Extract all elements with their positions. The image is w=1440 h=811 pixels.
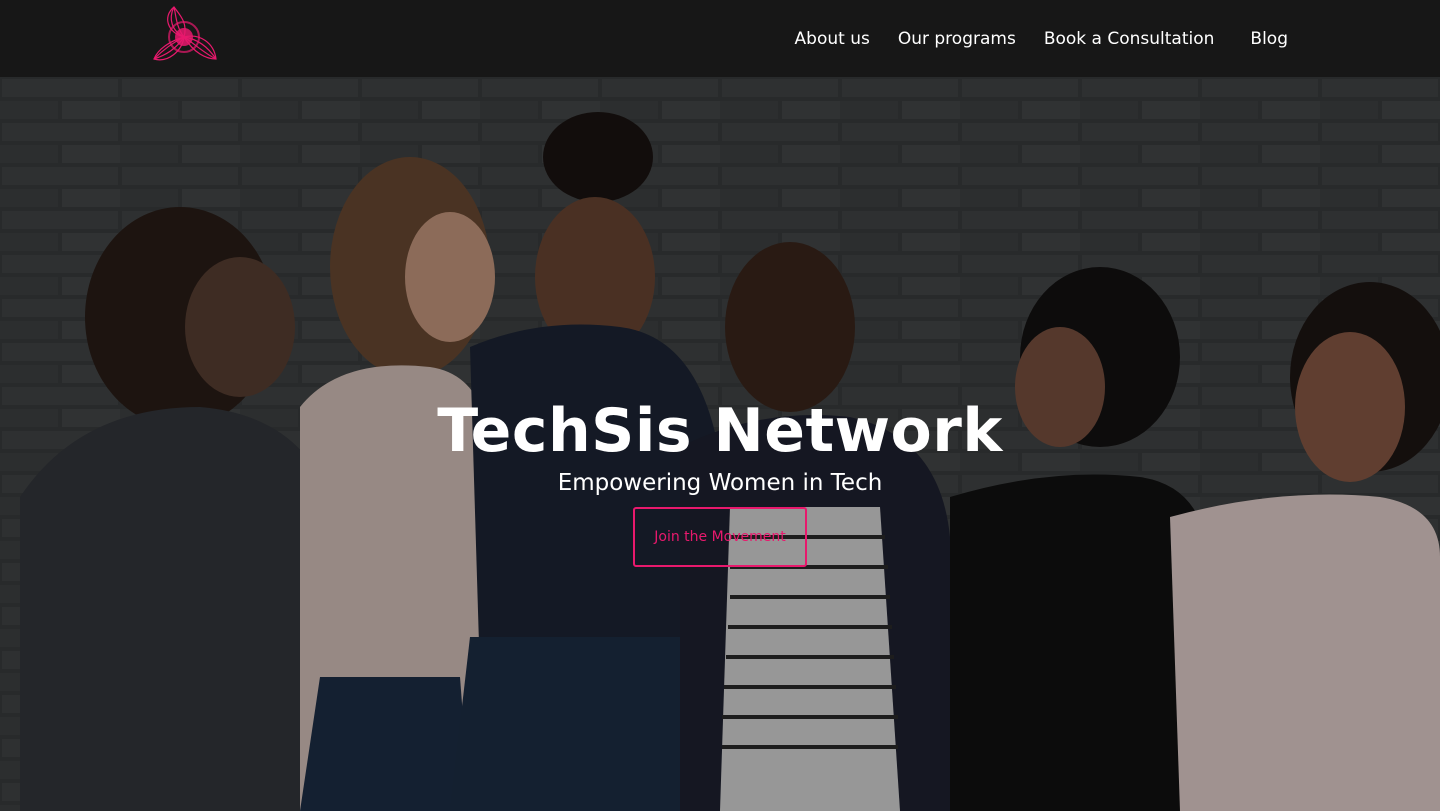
nav-link-about-us[interactable]: About us (795, 29, 870, 49)
hero-content: TechSis Network Empowering Women in Tech… (0, 77, 1440, 811)
nav-link-our-programs[interactable]: Our programs (898, 29, 1016, 49)
nav-link-book-consultation[interactable]: Book a Consultation (1044, 29, 1215, 49)
top-navbar: About us Our programs Book a Consultatio… (0, 0, 1440, 77)
techsis-logo-icon[interactable] (148, 3, 220, 71)
join-movement-button[interactable]: Join the Movement (633, 507, 807, 567)
nav-link-blog[interactable]: Blog (1250, 29, 1288, 49)
hero-subtitle: Empowering Women in Tech (557, 470, 883, 496)
hero-title: TechSis Network (437, 396, 1003, 466)
hero-section: TechSis Network Empowering Women in Tech… (0, 77, 1440, 811)
main-nav: About us Our programs Book a Consultatio… (767, 0, 1288, 77)
